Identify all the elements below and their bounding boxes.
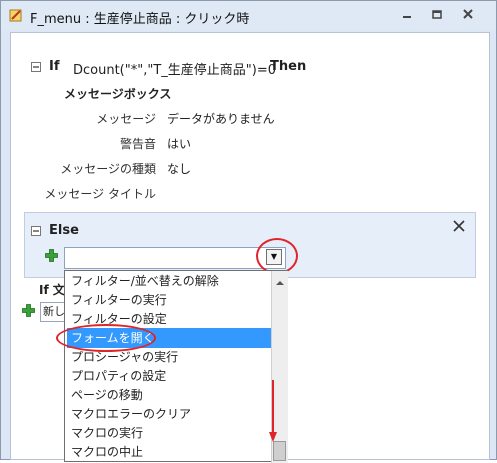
then-keyword: Then bbox=[270, 59, 307, 74]
list-item[interactable]: フィルター/並べ替えの解除 bbox=[67, 271, 273, 291]
add-icon[interactable] bbox=[22, 304, 35, 317]
list-item[interactable]: マクロの中止 bbox=[67, 442, 273, 462]
if-keyword: If bbox=[49, 59, 60, 74]
window-title: F_menu : 生産停止商品 : クリック時 bbox=[30, 12, 250, 27]
restore-icon[interactable] bbox=[428, 8, 446, 22]
add-icon[interactable] bbox=[45, 249, 58, 262]
param-value[interactable]: なし bbox=[167, 160, 191, 177]
annotation-circle bbox=[256, 238, 298, 274]
list-item[interactable]: プロパティの設定 bbox=[67, 366, 273, 386]
param-label: メッセージの種類 bbox=[60, 162, 156, 176]
if-condition[interactable]: Dcount("*","T_生産停止商品")=0 bbox=[73, 59, 276, 78]
annotation-ellipse bbox=[56, 324, 156, 352]
macro-icon bbox=[9, 9, 22, 22]
param-label: メッセージ bbox=[96, 112, 156, 126]
param-value[interactable]: データがありません bbox=[167, 110, 275, 127]
list-item[interactable]: マクロエラーのクリア bbox=[67, 404, 273, 424]
minimize-icon[interactable] bbox=[398, 8, 416, 22]
param-label: 警告音 bbox=[119, 137, 156, 151]
scroll-up-icon[interactable] bbox=[275, 275, 285, 289]
list-item[interactable]: ページの移動 bbox=[67, 385, 273, 405]
param-label: メッセージ タイトル bbox=[44, 187, 156, 201]
collapse-icon[interactable] bbox=[31, 61, 41, 75]
list-item[interactable]: フィルターの実行 bbox=[67, 290, 273, 310]
delete-icon[interactable] bbox=[452, 219, 466, 236]
annotation-arrow bbox=[269, 380, 277, 442]
param-value[interactable]: はい bbox=[167, 135, 191, 152]
scroll-thumb[interactable] bbox=[273, 441, 286, 461]
close-icon[interactable] bbox=[459, 8, 477, 22]
else-keyword: Else bbox=[49, 223, 79, 238]
action-combo[interactable] bbox=[64, 247, 286, 269]
action-name[interactable]: メッセージボックス bbox=[64, 85, 171, 102]
action-dropdown-list[interactable]: フィルター/並べ替えの解除 フィルターの実行 フィルターの設定 フォームを開く … bbox=[64, 270, 288, 463]
list-item[interactable]: マクロの実行 bbox=[67, 423, 273, 443]
if-text: If 文 bbox=[39, 283, 65, 297]
collapse-icon[interactable] bbox=[31, 225, 41, 239]
